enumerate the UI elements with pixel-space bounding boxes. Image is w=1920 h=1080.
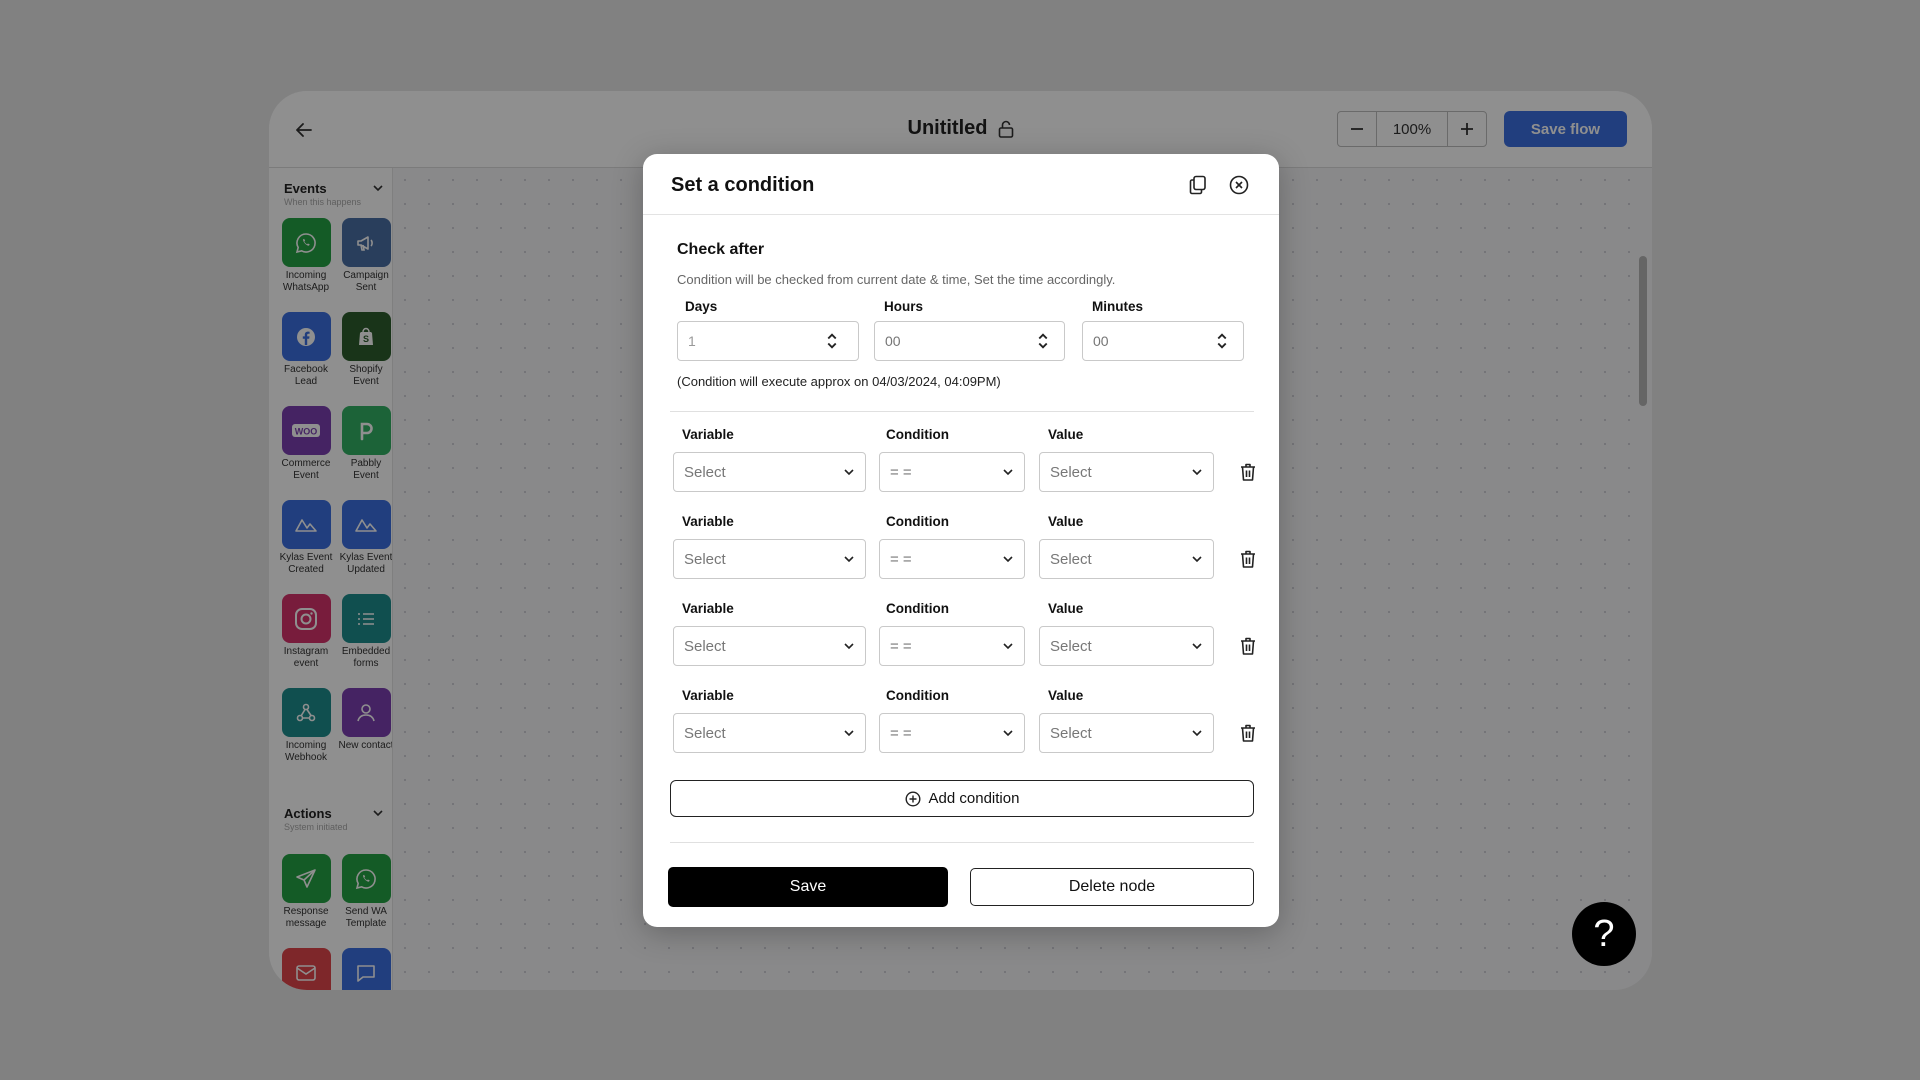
add-condition-label: Add condition bbox=[928, 790, 1020, 807]
close-circle-icon bbox=[1229, 175, 1249, 195]
chevron-down-icon bbox=[1002, 465, 1014, 482]
chevron-down-icon bbox=[1002, 726, 1014, 743]
value-label: Value bbox=[1048, 514, 1084, 529]
value-select-value: Select bbox=[1050, 724, 1092, 742]
variable-label: Variable bbox=[682, 427, 734, 442]
chevron-down-icon bbox=[843, 639, 855, 656]
delete-condition-button[interactable] bbox=[1237, 461, 1259, 483]
modal-title: Set a condition bbox=[671, 174, 815, 196]
value-select[interactable]: Select bbox=[1039, 713, 1214, 753]
copy-icon bbox=[1189, 175, 1206, 195]
condition-row: Variable Condition Value Select = = Select bbox=[643, 601, 1279, 681]
minutes-label: Minutes bbox=[1092, 299, 1144, 314]
chevron-down-icon bbox=[1002, 639, 1014, 656]
chevron-down-icon bbox=[1191, 726, 1203, 743]
variable-select-value: Select bbox=[684, 724, 726, 742]
condition-select[interactable]: = = bbox=[879, 539, 1025, 579]
condition-select-value: = = bbox=[890, 637, 912, 655]
condition-select-value: = = bbox=[890, 550, 912, 568]
variable-label: Variable bbox=[682, 688, 734, 703]
delete-condition-button[interactable] bbox=[1237, 722, 1259, 744]
chevron-down-icon bbox=[1002, 552, 1014, 569]
modal-header: Set a condition bbox=[643, 154, 1279, 215]
value-label: Value bbox=[1048, 601, 1084, 616]
value-label: Value bbox=[1048, 427, 1084, 442]
plus-circle-icon bbox=[905, 790, 921, 807]
variable-select[interactable]: Select bbox=[673, 452, 866, 492]
value-select-value: Select bbox=[1050, 550, 1092, 568]
value-select[interactable]: Select bbox=[1039, 539, 1214, 579]
chevron-down-icon bbox=[1191, 465, 1203, 482]
copy-button[interactable] bbox=[1185, 172, 1211, 198]
check-after-title: Check after bbox=[677, 241, 765, 258]
chevron-down-icon bbox=[843, 726, 855, 743]
value-select[interactable]: Select bbox=[1039, 452, 1214, 492]
divider bbox=[670, 411, 1254, 412]
set-condition-modal: Set a condition Check after Condition wi… bbox=[643, 154, 1279, 927]
delete-condition-button[interactable] bbox=[1237, 548, 1259, 570]
condition-select-value: = = bbox=[890, 724, 912, 742]
close-button[interactable] bbox=[1226, 172, 1252, 198]
variable-label: Variable bbox=[682, 514, 734, 529]
minutes-input[interactable] bbox=[1082, 321, 1244, 361]
check-after-description: Condition will be checked from current d… bbox=[677, 272, 1116, 287]
condition-row: Variable Condition Value Select = = Select bbox=[643, 514, 1279, 594]
variable-label: Variable bbox=[682, 601, 734, 616]
condition-label: Condition bbox=[886, 514, 949, 529]
trash-icon bbox=[1239, 723, 1257, 743]
days-label: Days bbox=[685, 299, 718, 314]
chevron-down-icon bbox=[1191, 639, 1203, 656]
condition-row: Variable Condition Value Select = = Select bbox=[643, 427, 1279, 507]
chevron-down-icon bbox=[1191, 552, 1203, 569]
condition-row: Variable Condition Value Select = = Select bbox=[643, 688, 1279, 768]
variable-select[interactable]: Select bbox=[673, 713, 866, 753]
value-select-value: Select bbox=[1050, 463, 1092, 481]
hours-input[interactable] bbox=[874, 321, 1065, 361]
variable-select-value: Select bbox=[684, 550, 726, 568]
chevron-down-icon bbox=[843, 552, 855, 569]
add-condition-button[interactable]: Add condition bbox=[670, 780, 1254, 817]
help-button[interactable]: ? bbox=[1572, 902, 1636, 966]
value-select-value: Select bbox=[1050, 637, 1092, 655]
condition-label: Condition bbox=[886, 688, 949, 703]
hours-label: Hours bbox=[884, 299, 924, 314]
days-input[interactable] bbox=[677, 321, 859, 361]
value-label: Value bbox=[1048, 688, 1084, 703]
trash-icon bbox=[1239, 462, 1257, 482]
trash-icon bbox=[1239, 549, 1257, 569]
chevron-down-icon bbox=[843, 465, 855, 482]
condition-select-value: = = bbox=[890, 463, 912, 481]
value-select[interactable]: Select bbox=[1039, 626, 1214, 666]
variable-select[interactable]: Select bbox=[673, 539, 866, 579]
delete-condition-button[interactable] bbox=[1237, 635, 1259, 657]
condition-select[interactable]: = = bbox=[879, 626, 1025, 666]
condition-label: Condition bbox=[886, 601, 949, 616]
variable-select[interactable]: Select bbox=[673, 626, 866, 666]
variable-select-value: Select bbox=[684, 637, 726, 655]
delete-node-button[interactable]: Delete node bbox=[970, 868, 1254, 906]
divider bbox=[670, 842, 1254, 843]
trash-icon bbox=[1239, 636, 1257, 656]
condition-select[interactable]: = = bbox=[879, 452, 1025, 492]
save-button[interactable]: Save bbox=[668, 867, 948, 907]
condition-label: Condition bbox=[886, 427, 949, 442]
variable-select-value: Select bbox=[684, 463, 726, 481]
condition-select[interactable]: = = bbox=[879, 713, 1025, 753]
execute-note: (Condition will execute approx on 04/03/… bbox=[677, 374, 1001, 389]
